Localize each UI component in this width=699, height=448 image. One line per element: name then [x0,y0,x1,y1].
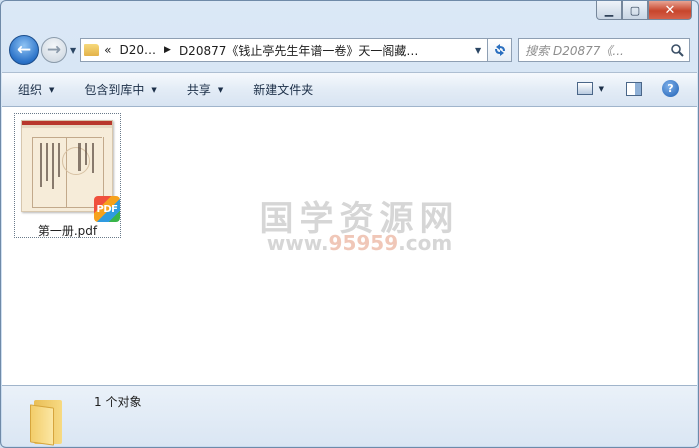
toolbar-right: ▼ ? [576,80,679,97]
share-button[interactable]: 共享 ▼ [187,81,223,98]
folder-icon [84,44,100,56]
folder-icon [30,400,66,446]
include-in-library-button[interactable]: 包含到库中 ▼ [84,81,156,98]
arrow-right-icon: → [46,40,62,60]
navigation-row: ← → ▼ « D20… ▶ D20877《钱止亭先生年谱一卷》天一阁藏… ▼ … [9,33,690,67]
preview-pane-icon[interactable] [626,81,642,96]
thumbnail-text-column [40,143,42,187]
share-label: 共享 [186,83,211,97]
refresh-button[interactable] [488,38,513,62]
file-list[interactable]: 国学资源网 www.95959.com PDF 第一册.pdf [2,107,697,419]
thumbnail-text-column [46,143,48,181]
breadcrumb-overflow[interactable]: « [104,43,111,57]
minimize-button[interactable]: ▁ [596,1,622,20]
thumbnail-text-column [85,143,87,165]
thumbnail-text-column [52,143,54,189]
thumbnail-rule [32,137,33,207]
refresh-icon [494,44,505,56]
search-box[interactable]: 搜索 D20877《... [518,38,690,62]
chevron-down-icon: ▼ [49,85,55,94]
folder-front [30,404,54,446]
include-in-library-label: 包含到库中 [84,83,145,97]
pdf-file-icon: PDF [94,196,120,222]
new-folder-label: 新建文件夹 [253,83,314,97]
breadcrumb-item-parent[interactable]: D20… [120,43,157,57]
minimize-icon: ▁ [604,3,614,17]
thumbnail-text-column [58,143,60,177]
organize-button[interactable]: 组织 ▼ [18,81,54,98]
breadcrumb-separator-icon[interactable]: ▶ [164,45,171,55]
object-count: 1 个对象 [94,395,142,409]
address-bar[interactable]: « D20… ▶ D20877《钱止亭先生年谱一卷》天一阁藏… ▼ [80,38,489,62]
chevron-down-icon: ▼ [217,85,224,94]
details-pane: 1 个对象 [2,385,697,446]
maximize-icon: ▢ [629,3,641,17]
maximize-button[interactable]: ▢ [622,1,648,20]
thumbnail-rule [32,207,102,208]
watermark-url-number: 95959 [328,231,399,255]
organize-label: 组织 [18,83,43,97]
breadcrumb-item-current[interactable]: D20877《钱止亭先生年谱一卷》天一阁藏… [179,42,418,59]
file-item[interactable]: PDF 第一册.pdf [14,113,121,238]
view-options-dropdown-icon[interactable]: ▼ [599,85,604,93]
change-view-icon[interactable] [576,82,593,95]
thumbnail-header-strip [22,125,112,128]
watermark-url-suffix: .com [398,231,453,255]
search-input[interactable]: 搜索 D20877《... [525,42,665,59]
caption-buttons: ▁ ▢ ✕ [596,1,692,21]
chevron-down-icon: ▼ [151,85,157,94]
command-bar: 组织 ▼ 包含到库中 ▼ 共享 ▼ 新建文件夹 ▼ ? [2,72,697,107]
thumbnail-text-column [78,143,81,171]
help-icon[interactable]: ? [662,80,679,97]
watermark-url-prefix: www. [266,231,329,255]
arrow-left-icon: ← [16,40,32,60]
search-icon[interactable] [665,43,689,57]
back-button[interactable]: ← [9,35,39,65]
forward-button[interactable]: → [41,37,67,63]
new-folder-button[interactable]: 新建文件夹 [253,81,313,98]
explorer-window: ▁ ▢ ✕ ← → ▼ « D20… ▶ D20877《钱止亭先生年谱一卷》天一… [0,0,699,448]
file-name[interactable]: 第一册.pdf [15,222,120,239]
thumbnail-rule [32,137,102,138]
address-dropdown-icon[interactable]: ▼ [469,46,487,55]
thumbnail-text-column [92,143,94,173]
close-icon: ✕ [664,2,676,18]
close-button[interactable]: ✕ [648,1,692,20]
recent-pages-dropdown-icon[interactable]: ▼ [70,46,76,55]
